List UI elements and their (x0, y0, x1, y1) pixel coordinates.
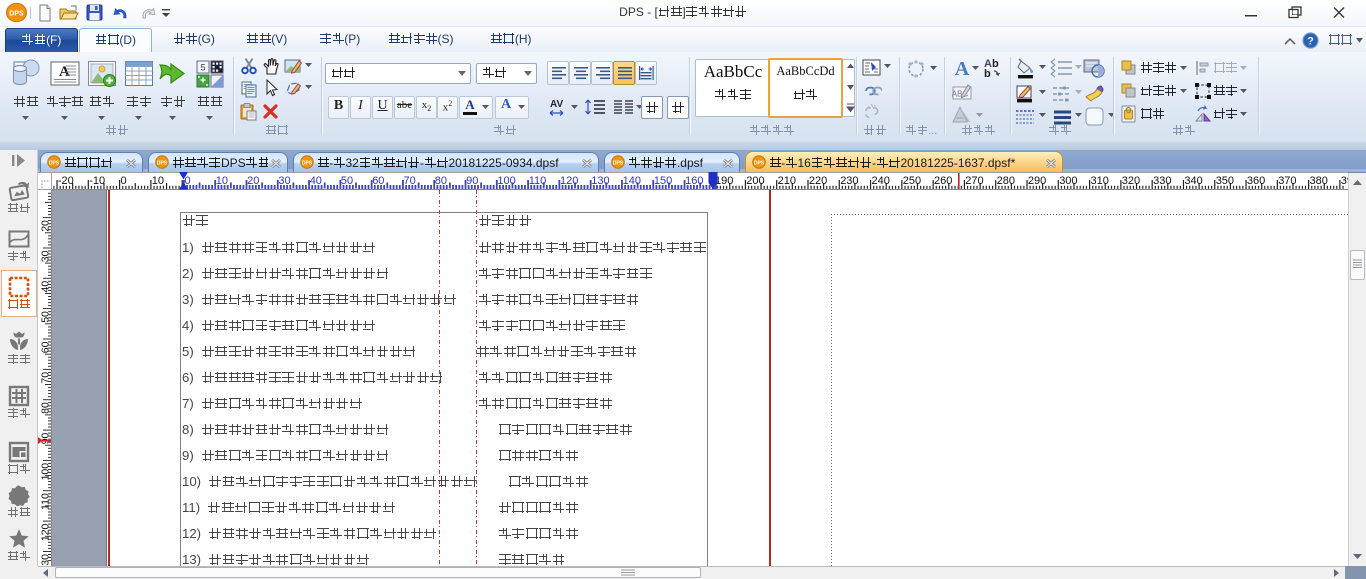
svg-text:200: 200 (746, 175, 764, 187)
svg-text:100: 100 (40, 463, 52, 481)
svg-text:DPS: DPS (613, 161, 624, 167)
svg-text:-20: -20 (58, 175, 74, 187)
svg-text:80: 80 (435, 175, 447, 187)
svg-text:A: A (955, 58, 970, 79)
svg-text:DPS: DPS (302, 161, 313, 167)
svg-text:30: 30 (278, 175, 290, 187)
svg-text:290: 290 (1028, 175, 1046, 187)
svg-text:70: 70 (404, 175, 416, 187)
svg-text:330: 330 (1153, 175, 1171, 187)
svg-text:260: 260 (934, 175, 952, 187)
svg-text:210: 210 (778, 175, 796, 187)
svg-text:340: 340 (1184, 175, 1202, 187)
svg-text:5: 5 (200, 63, 205, 73)
svg-text:370: 370 (1278, 175, 1296, 187)
svg-text:140: 140 (623, 175, 641, 187)
svg-text:120: 120 (40, 523, 52, 541)
svg-text:310: 310 (1091, 175, 1109, 187)
svg-text:110: 110 (529, 175, 547, 187)
svg-text:320: 320 (1122, 175, 1140, 187)
svg-text:90: 90 (466, 175, 478, 187)
svg-text:130: 130 (591, 175, 609, 187)
svg-text:150: 150 (654, 175, 672, 187)
svg-text:240: 240 (872, 175, 890, 187)
svg-text:130: 130 (40, 554, 52, 566)
svg-text:40: 40 (310, 175, 322, 187)
svg-text:280: 280 (997, 175, 1015, 187)
svg-text:190: 190 (715, 175, 733, 187)
svg-text:390: 390 (1341, 175, 1348, 187)
svg-text:160: 160 (685, 175, 703, 187)
svg-text:220: 220 (809, 175, 827, 187)
svg-text:60: 60 (372, 175, 384, 187)
svg-text:DPS: DPS (754, 161, 765, 167)
svg-text:0: 0 (121, 175, 127, 187)
svg-text:250: 250 (903, 175, 921, 187)
svg-text:100: 100 (497, 175, 515, 187)
svg-text:b: b (992, 58, 999, 70)
svg-text:AV: AV (550, 99, 563, 110)
svg-text:10: 10 (216, 175, 228, 187)
svg-text:20: 20 (247, 175, 259, 187)
svg-text:380: 380 (1310, 175, 1328, 187)
svg-text:-10: -10 (89, 175, 105, 187)
svg-text:300: 300 (1059, 175, 1077, 187)
svg-text:?: ? (1307, 36, 1314, 48)
svg-text:120: 120 (560, 175, 578, 187)
svg-text:b: b (984, 68, 991, 79)
svg-text:DPS: DPS (157, 161, 168, 167)
svg-text:350: 350 (1216, 175, 1234, 187)
svg-text:DPS: DPS (49, 161, 60, 167)
svg-text:360: 360 (1247, 175, 1265, 187)
svg-text:270: 270 (965, 175, 983, 187)
svg-text:110: 110 (40, 493, 52, 510)
svg-text:50: 50 (341, 175, 353, 187)
svg-text:230: 230 (840, 175, 858, 187)
svg-text:10: 10 (152, 175, 164, 187)
